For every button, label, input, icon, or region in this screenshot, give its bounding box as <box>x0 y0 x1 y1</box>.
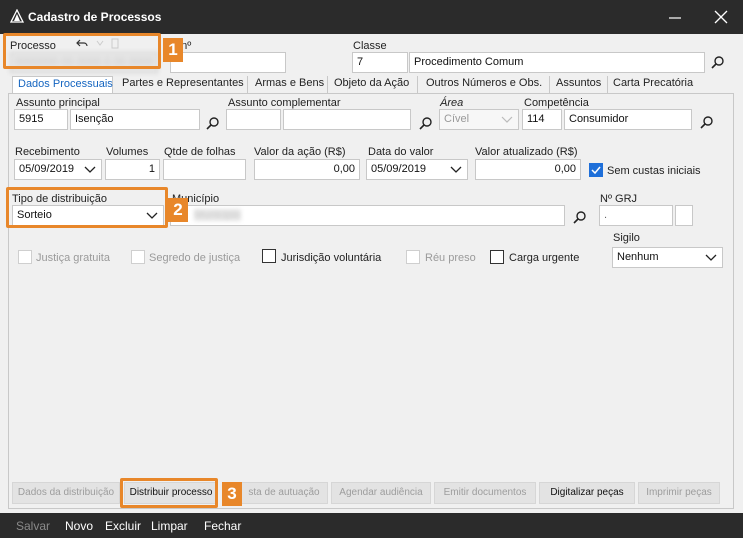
search-icon[interactable] <box>206 116 220 130</box>
callout-badge-2: 2 <box>168 198 188 222</box>
close-button[interactable] <box>711 8 731 26</box>
data-valor-date[interactable]: 05/09/2019 <box>366 159 468 180</box>
carga-urgente-checkbox[interactable] <box>490 250 504 264</box>
search-icon[interactable] <box>700 115 714 129</box>
valor-atualizado-label: Valor atualizado (R$) <box>475 146 578 158</box>
tab-carta-precatoria[interactable]: Carta Precatória <box>611 76 701 93</box>
classe-label: Classe <box>353 40 387 52</box>
assunto-principal-label: Assunto principal <box>16 97 100 109</box>
chevron-down-icon <box>501 116 513 123</box>
classe-code-input[interactable]: 7 <box>352 52 408 73</box>
municipio-name: Municipio <box>194 209 241 221</box>
volumes-label: Volumes <box>106 146 149 158</box>
assunto-complementar-label: Assunto complementar <box>228 97 341 109</box>
checkmark-icon <box>591 166 601 175</box>
qtd-folhas-input[interactable] <box>163 159 246 180</box>
salvar-button[interactable]: Salvar <box>16 519 50 533</box>
area-value: Cível <box>444 113 470 125</box>
agendar-audiencia-button[interactable]: Agendar audiência <box>331 482 431 504</box>
assunto-complementar-name[interactable] <box>283 109 411 130</box>
chevron-down-icon[interactable] <box>450 164 462 174</box>
valor-atualizado-input[interactable]: 0,00 <box>475 159 581 180</box>
callout-box-1 <box>3 33 161 69</box>
tab-objeto[interactable]: Objeto da Ação <box>332 76 418 93</box>
volumes-input[interactable]: 1 <box>105 159 160 180</box>
search-icon[interactable] <box>711 55 725 69</box>
dados-distribuicao-button[interactable]: Dados da distribuição <box>12 482 120 504</box>
reu-preso-label: Réu preso <box>425 252 476 264</box>
tab-dados-processuais[interactable]: Dados Processuais <box>12 76 113 93</box>
reu-preso-checkbox <box>406 250 420 264</box>
carga-urgente-label: Carga urgente <box>509 252 580 264</box>
title-bar: Cadastro de Processos <box>0 0 743 34</box>
competencia-label: Competência <box>524 97 589 109</box>
chevron-down-icon[interactable] <box>84 164 96 174</box>
jurisdicao-voluntaria-label: Jurisdição voluntária <box>281 252 382 264</box>
tab-armas[interactable]: Armas e Bens <box>252 76 328 93</box>
tab-assuntos[interactable]: Assuntos <box>554 76 608 93</box>
callout-box-2 <box>6 187 168 228</box>
tab-partes[interactable]: Partes e Representantes <box>119 76 248 93</box>
callout-box-3 <box>120 478 218 508</box>
window-title: Cadastro de Processos <box>28 10 162 24</box>
assunto-principal-code[interactable]: 5915 <box>14 109 68 130</box>
close-icon[interactable] <box>711 8 731 26</box>
data-valor-value: 05/09/2019 <box>371 163 427 175</box>
area-select: Cível <box>439 109 519 130</box>
justica-gratuita-checkbox <box>18 250 32 264</box>
emitir-documentos-button[interactable]: Emitir documentos <box>434 482 536 504</box>
data-valor-label: Data do valor <box>368 146 434 158</box>
process-number-input[interactable] <box>170 52 286 73</box>
sigilo-select[interactable]: Nenhum <box>612 247 723 268</box>
qtd-folhas-label: Qtde de folhas <box>164 146 236 158</box>
tab-outros-numeros[interactable]: Outros Números e Obs. <box>423 76 550 93</box>
competencia-name[interactable]: Consumidor <box>564 109 692 130</box>
fechar-button[interactable]: Fechar <box>204 519 241 533</box>
justica-gratuita-label: Justiça gratuita <box>36 252 110 264</box>
digitalizar-pecas-button[interactable]: Digitalizar peças <box>539 482 635 504</box>
app-logo-icon <box>10 9 24 23</box>
segredo-justica-label: Segredo de justiça <box>149 252 241 264</box>
recebimento-value: 05/09/2019 <box>19 163 75 175</box>
sem-custas-label: Sem custas iniciais <box>607 165 701 177</box>
grj-input[interactable]: . <box>599 205 673 226</box>
sigilo-value: Nenhum <box>617 251 659 263</box>
footer-bar: Salvar Novo Excluir Limpar Fechar <box>0 513 743 538</box>
valor-acao-label: Valor da ação (R$) <box>254 146 346 158</box>
lista-autuacao-button[interactable]: sta de autuação <box>240 482 328 504</box>
area-label: Área <box>440 97 464 109</box>
callout-badge-1: 1 <box>163 38 183 62</box>
jurisdicao-voluntaria-checkbox[interactable] <box>262 249 276 263</box>
assunto-complementar-code[interactable] <box>226 109 281 130</box>
segredo-justica-checkbox <box>131 250 145 264</box>
minimize-button[interactable] <box>665 8 685 26</box>
search-icon[interactable] <box>419 116 433 130</box>
classe-name-input[interactable]: Procedimento Comum <box>409 52 705 73</box>
municipio-input[interactable]: 1 Municipio <box>170 205 565 226</box>
limpar-button[interactable]: Limpar <box>151 519 188 533</box>
sigilo-label: Sigilo <box>613 232 640 244</box>
recebimento-label: Recebimento <box>15 146 80 158</box>
competencia-code[interactable]: 114 <box>522 109 562 130</box>
chevron-down-icon[interactable] <box>705 252 717 262</box>
grj-label: Nº GRJ <box>600 193 638 205</box>
sem-custas-checkbox[interactable] <box>589 163 603 177</box>
imprimir-pecas-button[interactable]: Imprimir peças <box>638 482 720 504</box>
novo-button[interactable]: Novo <box>65 519 93 533</box>
recebimento-date[interactable]: 05/09/2019 <box>14 159 102 180</box>
assunto-principal-name[interactable]: Isenção <box>70 109 200 130</box>
search-icon[interactable] <box>573 210 587 224</box>
callout-badge-3: 3 <box>222 482 242 506</box>
valor-acao-input[interactable]: 0,00 <box>254 159 360 180</box>
excluir-button[interactable]: Excluir <box>105 519 141 533</box>
grj-suffix-input[interactable] <box>675 205 693 226</box>
